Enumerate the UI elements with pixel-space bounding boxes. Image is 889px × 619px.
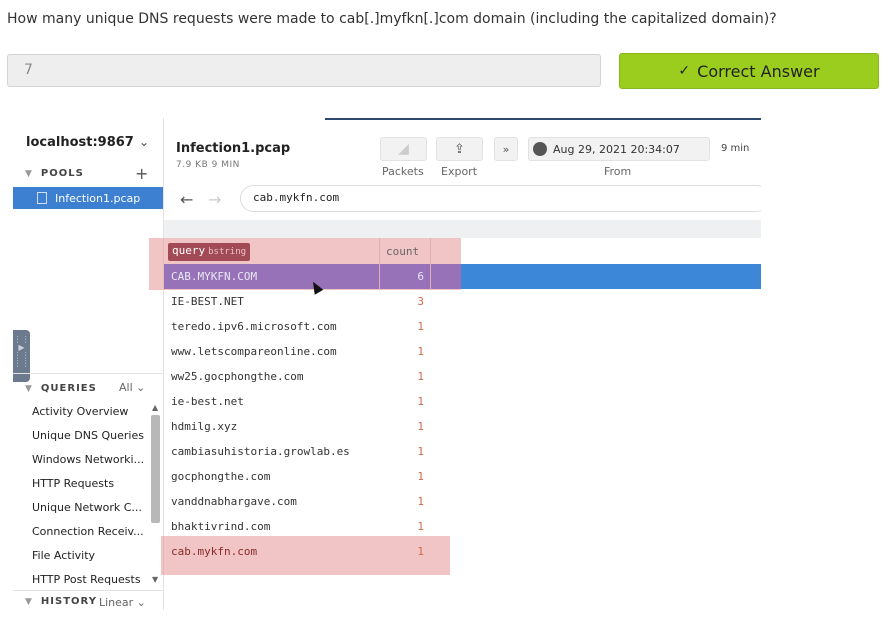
duration: 9 min — [721, 143, 750, 154]
triangle-down-icon: ▼ — [25, 384, 33, 394]
table-row[interactable]: bhaktivrind.com 1 — [164, 514, 761, 539]
query-item[interactable]: HTTP Post Requests — [13, 568, 144, 592]
main-panel: Infection1.pcap 7.9 KB 9 MIN ◢ Packets ⇪… — [149, 118, 761, 610]
search-input[interactable]: cab.mykfn.com — [240, 185, 761, 212]
table-row[interactable]: IE-BEST.NET 3 — [164, 289, 761, 314]
shark-fin-icon: ◢ — [398, 141, 409, 157]
file-title: Infection1.pcap — [176, 141, 291, 156]
from-time-picker[interactable]: Aug 29, 2021 20:34:07 — [528, 137, 710, 161]
scroll-down-icon[interactable]: ▼ — [152, 575, 158, 584]
export-icon: ⇪ — [454, 141, 465, 157]
column-header-count[interactable]: count — [386, 245, 419, 258]
double-chevron-right-icon: » — [502, 142, 510, 156]
back-arrow-icon[interactable]: ← — [180, 190, 193, 209]
table-row[interactable]: ie-best.net 1 — [164, 389, 761, 414]
queries-filter[interactable]: All ⌄ — [119, 381, 145, 394]
count-cell: 1 — [417, 545, 424, 558]
check-icon: ✓ — [678, 63, 691, 79]
table-row[interactable]: cambiasuhistoria.growlab.es 1 — [164, 439, 761, 464]
zui-screenshot: localhost:9867 ⌄ ▼ POOLS + Infection1.pca… — [13, 118, 761, 610]
from-label: From — [604, 165, 632, 178]
results-toolbar — [164, 220, 761, 238]
file-icon — [37, 192, 47, 204]
count-cell: 1 — [417, 320, 424, 333]
packets-button[interactable]: ◢ — [380, 137, 427, 161]
add-pool-icon[interactable]: + — [135, 164, 148, 183]
table-row[interactable]: teredo.ipv6.microsoft.com 1 — [164, 314, 761, 339]
divider — [13, 590, 163, 591]
query-cell: vanddnabhargave.com — [171, 495, 297, 508]
count-cell: 1 — [417, 470, 424, 483]
scrollbar-thumb[interactable] — [151, 415, 160, 523]
table-row[interactable]: CAB.MYKFN.COM 6 — [164, 264, 761, 289]
drag-handle[interactable]: ⋮⋮ ▶ ⋮⋮ ⋮⋮ — [13, 330, 30, 382]
query-cell: gocphongthe.com — [171, 470, 271, 483]
count-cell: 3 — [417, 295, 424, 308]
table-row[interactable]: hdmilg.xyz 1 — [164, 414, 761, 439]
count-cell: 1 — [417, 495, 424, 508]
history-mode[interactable]: Linear ⌄ — [99, 596, 146, 609]
query-item[interactable]: Connection Receiv... — [13, 520, 144, 544]
history-header[interactable]: ▼ HISTORY — [25, 596, 97, 607]
count-cell: 1 — [417, 445, 424, 458]
count-cell: 1 — [417, 420, 424, 433]
scroll-up-icon[interactable]: ▲ — [152, 403, 158, 412]
count-cell: 1 — [417, 345, 424, 358]
packets-label: Packets — [382, 165, 424, 178]
query-cell: ie-best.net — [171, 395, 244, 408]
query-cell: cambiasuhistoria.growlab.es — [171, 445, 350, 458]
correct-answer-label: Correct Answer — [697, 61, 820, 81]
sidebar: localhost:9867 ⌄ ▼ POOLS + Infection1.pca… — [13, 118, 164, 610]
query-item[interactable]: Windows Networki... — [13, 448, 144, 472]
count-cell: 1 — [417, 395, 424, 408]
query-cell: cab.mykfn.com — [171, 545, 258, 558]
query-item[interactable]: Activity Overview — [13, 400, 144, 424]
file-meta: 7.9 KB 9 MIN — [176, 160, 240, 170]
table-row[interactable]: gocphongthe.com 1 — [164, 464, 761, 489]
correct-answer-button[interactable]: ✓ Correct Answer — [619, 53, 879, 89]
export-button[interactable]: ⇪ — [436, 137, 483, 161]
triangle-down-icon: ▼ — [25, 597, 33, 607]
table-row[interactable]: vanddnabhargave.com 1 — [164, 489, 761, 514]
table-row[interactable]: cab.mykfn.com 1 — [164, 539, 761, 564]
pool-item-infection1[interactable]: Infection1.pcap — [13, 187, 163, 209]
export-label: Export — [441, 165, 478, 178]
queries-header[interactable]: ▼ QUERIES — [25, 383, 97, 394]
question-text: How many unique DNS requests were made t… — [7, 11, 777, 27]
forward-arrow-icon[interactable]: → — [208, 190, 221, 209]
query-cell: CAB.MYKFN.COM — [171, 270, 258, 283]
answer-input[interactable]: 7 — [7, 54, 601, 87]
count-cell: 1 — [417, 520, 424, 533]
divider — [13, 373, 163, 374]
query-item[interactable]: File Activity — [13, 544, 144, 568]
column-header-query[interactable]: query bstring — [168, 243, 251, 261]
host-name[interactable]: localhost:9867 — [26, 135, 134, 150]
more-button[interactable]: » — [494, 137, 518, 161]
query-cell: teredo.ipv6.microsoft.com — [171, 320, 337, 333]
table-row[interactable]: www.letscompareonline.com 1 — [164, 339, 761, 364]
from-time-value: Aug 29, 2021 20:34:07 — [553, 142, 680, 156]
count-cell: 6 — [417, 270, 424, 283]
chevron-down-icon[interactable]: ⌄ — [139, 135, 149, 149]
query-item[interactable]: HTTP Requests — [13, 472, 144, 496]
query-cell: IE-BEST.NET — [171, 295, 244, 308]
query-cell: bhaktivrind.com — [171, 520, 271, 533]
table-row[interactable]: ww25.gocphongthe.com 1 — [164, 364, 761, 389]
query-item[interactable]: Unique DNS Queries — [13, 424, 144, 448]
triangle-down-icon: ▼ — [25, 169, 33, 179]
query-cell: www.letscompareonline.com — [171, 345, 337, 358]
clock-icon — [533, 142, 547, 156]
count-cell: 1 — [417, 370, 424, 383]
query-cell: hdmilg.xyz — [171, 420, 238, 433]
query-item[interactable]: Unique Network C... — [13, 496, 144, 520]
pool-item-label: Infection1.pcap — [55, 191, 141, 205]
pools-header[interactable]: ▼ POOLS — [25, 168, 84, 179]
queries-list: Activity Overview Unique DNS Queries Win… — [13, 400, 163, 592]
query-cell: ww25.gocphongthe.com — [171, 370, 304, 383]
